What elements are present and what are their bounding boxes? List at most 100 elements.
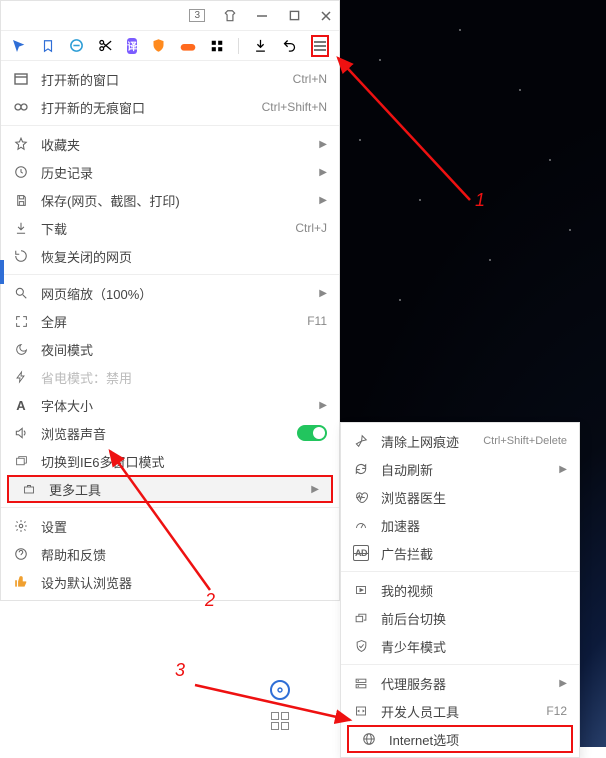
chevron-right-icon: ▶ xyxy=(319,195,327,206)
menu-label: 切换到IE6多窗口模式 xyxy=(41,452,327,471)
menu-downloads[interactable]: 下载 Ctrl+J xyxy=(1,214,339,242)
chevron-right-icon: ▶ xyxy=(311,484,319,495)
translate-icon[interactable]: 译 xyxy=(127,38,137,54)
submenu-proxy-server[interactable]: 代理服务器 ▶ xyxy=(341,669,579,697)
menu-power-save: 省电模式：禁用 xyxy=(1,363,339,391)
submenu-ad-block[interactable]: AD 广告拦截 xyxy=(341,539,579,567)
menu-label: 字体大小 xyxy=(41,396,307,415)
windows-icon xyxy=(13,453,29,469)
globe-icon xyxy=(361,731,377,747)
submenu-fg-bg-switch[interactable]: 前后台切换 xyxy=(341,604,579,632)
submenu-browser-doctor[interactable]: 浏览器医生 xyxy=(341,483,579,511)
menu-history[interactable]: 历史记录 ▶ xyxy=(1,158,339,186)
game-icon[interactable] xyxy=(180,38,196,54)
window-titlebar: 3 xyxy=(1,1,339,31)
menu-separator xyxy=(1,274,339,275)
sync-icon[interactable] xyxy=(69,38,84,54)
help-icon xyxy=(13,546,29,562)
menu-label: 打开新的无痕窗口 xyxy=(41,98,250,117)
browser-window: 3 译 打开新的窗口 Ctrl+N 打开新的无痕窗口 Ctrl+Shif xyxy=(0,0,340,601)
submenu-dev-tools[interactable]: 开发人员工具 F12 xyxy=(341,697,579,725)
refresh-icon xyxy=(353,461,369,477)
submenu-internet-options[interactable]: Internet选项 xyxy=(347,725,573,753)
messenger-icon[interactable] xyxy=(11,38,27,54)
sound-toggle[interactable] xyxy=(297,425,327,441)
menu-label: 恢复关闭的网页 xyxy=(41,247,327,266)
submenu-auto-refresh[interactable]: 自动刷新 ▶ xyxy=(341,455,579,483)
menu-label: 开发人员工具 xyxy=(381,702,534,721)
toolbox-icon xyxy=(21,481,37,497)
menu-reopen-closed[interactable]: 恢复关闭的网页 xyxy=(1,242,339,270)
menu-label: 加速器 xyxy=(381,516,567,535)
menu-label: 代理服务器 xyxy=(381,674,547,693)
bolt-icon xyxy=(13,369,29,385)
history-icon xyxy=(13,164,29,180)
adblock-icon: AD xyxy=(353,545,369,561)
menu-label: 我的视频 xyxy=(381,581,567,600)
bookmark-icon[interactable] xyxy=(41,38,55,54)
menu-zoom[interactable]: 网页缩放（100%） ▶ xyxy=(1,279,339,307)
annotation-3: 3 xyxy=(175,660,185,681)
broom-icon xyxy=(353,433,369,449)
menu-browser-sound[interactable]: 浏览器声音 xyxy=(1,419,339,447)
menu-shortcut: F12 xyxy=(546,704,567,718)
scissors-icon[interactable] xyxy=(98,38,113,54)
menu-label: 网页缩放（100%） xyxy=(41,284,307,303)
restore-icon xyxy=(13,248,29,264)
video-icon xyxy=(353,582,369,598)
chevron-right-icon: ▶ xyxy=(319,400,327,411)
apps-grid-icon[interactable] xyxy=(210,38,224,54)
menu-save[interactable]: 保存(网页、截图、打印) ▶ xyxy=(1,186,339,214)
shield-check-icon xyxy=(353,638,369,654)
menu-settings[interactable]: 设置 xyxy=(1,512,339,540)
skin-icon[interactable] xyxy=(223,9,237,23)
main-menu-button[interactable] xyxy=(311,35,329,57)
close-button[interactable] xyxy=(319,9,333,23)
menu-new-incognito[interactable]: 打开新的无痕窗口 Ctrl+Shift+N xyxy=(1,93,339,121)
window-icon xyxy=(13,71,29,87)
menu-shortcut: Ctrl+Shift+N xyxy=(262,100,327,114)
shield-icon[interactable] xyxy=(151,38,166,54)
submenu-clear-data[interactable]: 清除上网痕迹 Ctrl+Shift+Delete xyxy=(341,427,579,455)
menu-night-mode[interactable]: 夜间模式 xyxy=(1,335,339,363)
maximize-button[interactable] xyxy=(287,9,301,23)
menu-label: 全屏 xyxy=(41,312,295,331)
save-icon xyxy=(13,192,29,208)
menu-label: 前后台切换 xyxy=(381,609,567,628)
menu-more-tools[interactable]: 更多工具 ▶ xyxy=(7,475,333,503)
menu-font-size[interactable]: A 字体大小 ▶ xyxy=(1,391,339,419)
menu-fullscreen[interactable]: 全屏 F11 xyxy=(1,307,339,335)
download-icon[interactable] xyxy=(253,38,268,54)
menu-label: 浏览器医生 xyxy=(381,488,567,507)
menu-label: 下载 xyxy=(41,219,283,238)
target-icon[interactable] xyxy=(270,680,290,700)
fullscreen-icon xyxy=(13,313,29,329)
menu-switch-ie6[interactable]: 切换到IE6多窗口模式 xyxy=(1,447,339,475)
menu-favorites[interactable]: 收藏夹 ▶ xyxy=(1,130,339,158)
undo-icon[interactable] xyxy=(282,38,297,54)
menu-label: 省电模式：禁用 xyxy=(41,368,327,387)
submenu-teen-mode[interactable]: 青少年模式 xyxy=(341,632,579,660)
chevron-right-icon: ▶ xyxy=(319,288,327,299)
chevron-right-icon: ▶ xyxy=(559,678,567,689)
menu-set-default[interactable]: 设为默认浏览器 xyxy=(1,568,339,596)
menu-separator xyxy=(1,125,339,126)
gear-icon xyxy=(13,518,29,534)
gauge-icon xyxy=(353,517,369,533)
submenu-accelerator[interactable]: 加速器 xyxy=(341,511,579,539)
minimize-button[interactable] xyxy=(255,9,269,23)
main-menu: 打开新的窗口 Ctrl+N 打开新的无痕窗口 Ctrl+Shift+N 收藏夹 … xyxy=(1,61,339,600)
submenu-my-videos[interactable]: 我的视频 xyxy=(341,576,579,604)
menu-help-feedback[interactable]: 帮助和反馈 xyxy=(1,540,339,568)
heart-icon xyxy=(353,489,369,505)
qr-icon[interactable] xyxy=(271,712,289,730)
menu-label: 历史记录 xyxy=(41,163,307,182)
menu-label: Internet选项 xyxy=(389,730,559,749)
menu-new-window[interactable]: 打开新的窗口 Ctrl+N xyxy=(1,65,339,93)
menu-label: 帮助和反馈 xyxy=(41,545,327,564)
menu-label: 打开新的窗口 xyxy=(41,70,281,89)
menu-shortcut: Ctrl+Shift+Delete xyxy=(483,435,567,447)
menu-shortcut: Ctrl+J xyxy=(295,221,327,235)
page-floating-tools xyxy=(270,680,290,730)
moon-icon xyxy=(13,341,29,357)
